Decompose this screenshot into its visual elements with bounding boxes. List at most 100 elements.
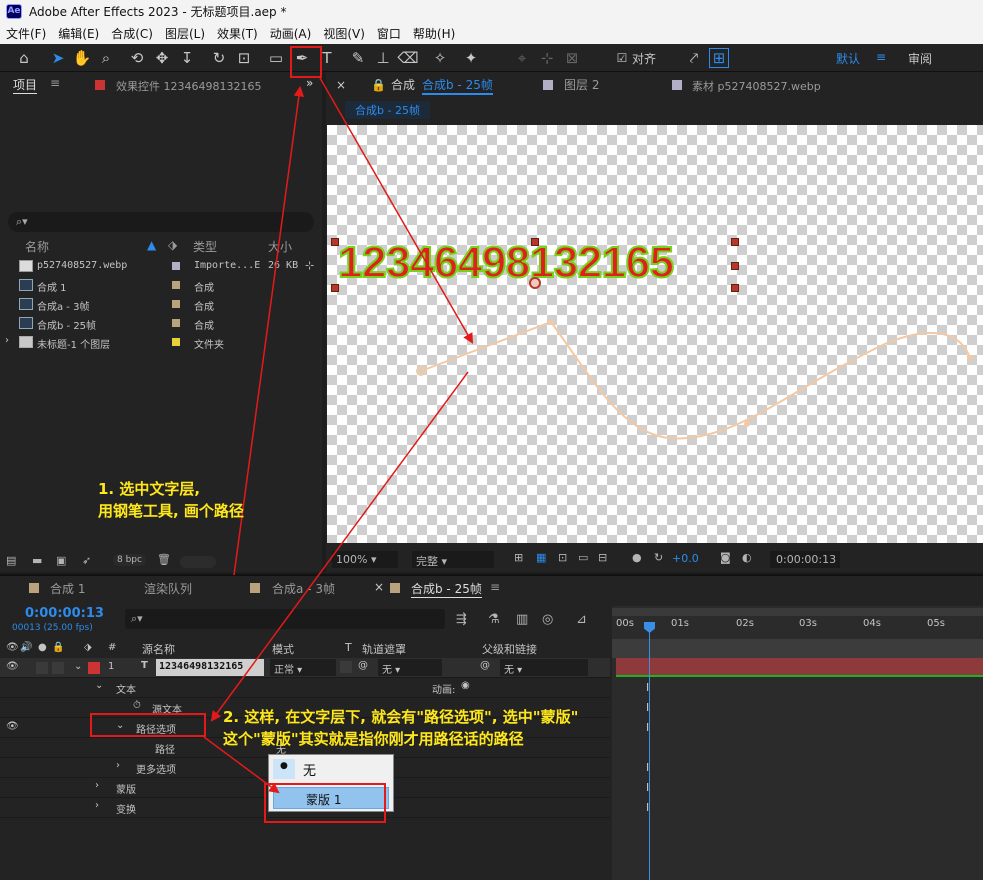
expand-arrow-icon[interactable]: › xyxy=(95,800,99,811)
solo-toggle[interactable] xyxy=(36,662,48,674)
panel-overflow-icon[interactable]: » xyxy=(306,76,313,90)
anchor-point-icon[interactable] xyxy=(529,277,541,289)
preserve-transparency-toggle[interactable] xyxy=(340,661,352,673)
home-icon[interactable]: ⌂ xyxy=(14,48,34,68)
guides-icon[interactable]: ⊟ xyxy=(598,551,607,564)
menu-file[interactable]: 文件(F) xyxy=(6,25,46,42)
track-matte-select[interactable]: 无 ▾ xyxy=(378,659,442,676)
thumbnail-slider[interactable] xyxy=(180,556,216,568)
current-time[interactable]: 0:00:00:13 xyxy=(25,606,104,621)
zoom-select[interactable]: 100% ▾ xyxy=(332,551,398,568)
visibility-icon[interactable]: 👁 xyxy=(6,661,19,672)
puppet-pin-icon[interactable]: ✦ xyxy=(461,48,481,68)
panel-menu-icon[interactable]: ≡ xyxy=(490,580,500,594)
layer-row[interactable]: 👁 ⌄ 1 T 12346498132165 正常 ▾ @ 无 ▾ @ 无 ▾ xyxy=(0,658,610,678)
menu-help[interactable]: 帮助(H) xyxy=(413,25,455,42)
tab-layer[interactable]: 图层 2 xyxy=(564,76,599,93)
matte-pickwhip-icon[interactable]: @ xyxy=(358,660,368,671)
breadcrumb[interactable]: 合成b - 25帧 xyxy=(345,101,430,119)
sort-ascending-icon[interactable]: ▲ xyxy=(147,238,156,252)
layer-label-color[interactable] xyxy=(88,662,100,674)
snap-target-icon[interactable]: ⊞ xyxy=(709,48,729,68)
close-icon[interactable]: × xyxy=(374,580,384,594)
transform-handle[interactable] xyxy=(731,238,739,246)
frame-blending-icon[interactable]: ▥ xyxy=(516,612,528,627)
region-of-interest-icon[interactable]: ▭ xyxy=(578,551,588,564)
anchor-point-tool-icon[interactable]: ⊡ xyxy=(234,48,254,68)
expand-arrow-icon[interactable]: › xyxy=(95,780,99,791)
tab-render-queue[interactable]: 渲染队列 xyxy=(144,580,192,597)
tab-project[interactable]: 项目 xyxy=(13,76,38,94)
animate-menu-icon[interactable]: ◉ xyxy=(461,680,470,691)
tab-footage[interactable]: 素材 p527408527.webp xyxy=(692,78,821,94)
workspace-review[interactable]: 审阅 xyxy=(908,50,932,67)
hand-tool-icon[interactable]: ✋ xyxy=(72,48,92,68)
mask-path[interactable] xyxy=(327,125,983,543)
roto-brush-icon[interactable]: ✧ xyxy=(430,48,450,68)
list-item[interactable]: › 未标题-1 个图层 文件夹 xyxy=(0,333,322,352)
stopwatch-icon[interactable]: ⏱ xyxy=(133,700,141,711)
transform-handle[interactable] xyxy=(531,238,539,246)
selection-tool-icon[interactable]: ➤ xyxy=(48,48,68,68)
brush-tool-icon[interactable]: ✎ xyxy=(348,48,368,68)
tab-composition[interactable]: 合成b - 25帧 xyxy=(422,76,493,95)
list-item[interactable]: p527408527.webp Importe...E 26 KB ⊹ xyxy=(0,257,322,276)
transform-handle[interactable] xyxy=(731,284,739,292)
property-row-text[interactable]: ⌄ 文本 动画: ◉ xyxy=(0,678,610,698)
label-icon[interactable]: ⬗ xyxy=(84,642,92,653)
column-source-name[interactable]: 源名称 xyxy=(142,641,175,657)
list-item[interactable]: 合成b - 25帧 合成 xyxy=(0,314,322,333)
dolly-camera-icon[interactable]: ↧ xyxy=(177,48,197,68)
column-size[interactable]: 大小 xyxy=(268,238,292,255)
transform-handle[interactable] xyxy=(331,238,339,246)
menu-composition[interactable]: 合成(C) xyxy=(111,25,153,42)
lock-icon[interactable]: 🔒 xyxy=(371,78,386,92)
pan-camera-icon[interactable]: ✥ xyxy=(152,48,172,68)
parent-pickwhip-icon[interactable]: @ xyxy=(480,660,490,671)
label-column-icon[interactable]: ⬗ xyxy=(168,238,177,252)
resolution-select[interactable]: 完整 ▾ xyxy=(412,551,494,568)
column-mode[interactable]: 模式 xyxy=(272,641,294,657)
dropdown-option-none[interactable]: 无 xyxy=(303,760,316,779)
axis-view-icon[interactable]: ⊠ xyxy=(562,48,582,68)
playhead[interactable] xyxy=(649,624,650,880)
rectangle-tool-icon[interactable]: ▭ xyxy=(266,48,286,68)
snap-mode-icon[interactable]: ⤤ xyxy=(684,48,704,68)
viewer-timecode[interactable]: 0:00:00:13 xyxy=(770,551,840,568)
transparency-grid-icon[interactable]: ▦ xyxy=(536,551,546,564)
tab-effect-controls[interactable]: 效果控件 12346498132165 xyxy=(116,78,261,94)
expand-arrow-icon[interactable]: › xyxy=(116,760,120,771)
axis-local-icon[interactable]: ⌖ xyxy=(512,48,532,68)
work-area-bar[interactable] xyxy=(612,608,983,616)
clone-stamp-icon[interactable]: ⊥ xyxy=(373,48,393,68)
close-icon[interactable]: × xyxy=(336,78,346,92)
lock-icon[interactable]: 🔒 xyxy=(52,642,64,653)
eraser-tool-icon[interactable]: ⌫ xyxy=(397,48,418,68)
expand-arrow-icon[interactable]: › xyxy=(5,335,9,346)
graph-editor-icon[interactable]: ⊿ xyxy=(576,612,587,627)
axis-world-icon[interactable]: ⊹ xyxy=(537,48,557,68)
menu-animation[interactable]: 动画(A) xyxy=(270,25,312,42)
transform-handle[interactable] xyxy=(731,262,739,270)
exposure-reset-icon[interactable]: ↻ xyxy=(654,551,663,564)
delete-icon[interactable]: 🗑 xyxy=(157,553,171,566)
snapshot-icon[interactable]: ⊞ xyxy=(514,551,523,564)
camera-icon[interactable]: ◙ xyxy=(720,551,731,564)
menu-view[interactable]: 视图(V) xyxy=(323,25,365,42)
solo-icon[interactable]: ● xyxy=(38,642,47,653)
column-track-matte[interactable]: 轨道遮罩 xyxy=(362,641,406,657)
menu-edit[interactable]: 编辑(E) xyxy=(58,25,99,42)
menu-layer[interactable]: 图层(L) xyxy=(165,25,205,42)
column-parent[interactable]: 父级和链接 xyxy=(482,641,537,657)
project-search-input[interactable]: ⌕▾ xyxy=(8,212,314,232)
show-snapshot-icon[interactable]: ◐ xyxy=(742,551,752,564)
snap-checkbox-icon[interactable]: ☑ xyxy=(612,48,632,68)
exposure-value[interactable]: +0.0 xyxy=(672,552,699,565)
tab-comp-a[interactable]: 合成a - 3帧 xyxy=(272,580,335,597)
timeline-search-input[interactable]: ⌕▾ xyxy=(125,609,445,629)
shy-layers-icon[interactable]: ⚗ xyxy=(488,612,500,627)
column-type[interactable]: 类型 xyxy=(193,238,217,255)
layer-name[interactable]: 12346498132165 xyxy=(156,659,264,676)
bit-depth-button[interactable]: 8 bpc xyxy=(113,554,146,566)
rotate-tool-icon[interactable]: ↻ xyxy=(209,48,229,68)
